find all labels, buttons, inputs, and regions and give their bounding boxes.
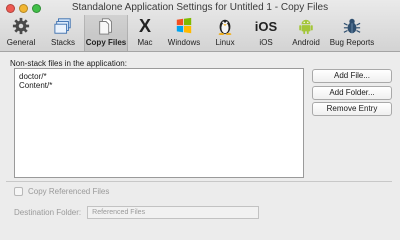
tab-android[interactable]: Android bbox=[288, 15, 324, 51]
title-bar: Standalone Application Settings for Unti… bbox=[0, 0, 400, 52]
copy-referenced-files-label: Copy Referenced Files bbox=[28, 187, 110, 196]
linux-penguin-icon bbox=[217, 15, 233, 37]
destination-folder-field[interactable]: Referenced Files bbox=[87, 206, 260, 219]
list-item[interactable]: Content/* bbox=[19, 81, 299, 90]
ios-text-icon: iOS bbox=[254, 18, 278, 34]
section-divider bbox=[6, 181, 392, 182]
tab-label: Mac bbox=[137, 38, 153, 47]
settings-toolbar: General Stacks Copy Files X Mac Windows … bbox=[0, 15, 400, 51]
tab-label: Linux bbox=[215, 38, 235, 47]
tab-label: Bug Reports bbox=[329, 38, 375, 47]
copy-files-icon bbox=[97, 15, 115, 37]
add-folder-button[interactable]: Add Folder... bbox=[312, 86, 392, 100]
tab-label: Stacks bbox=[50, 38, 75, 47]
tab-copy-files[interactable]: Copy Files bbox=[84, 15, 128, 51]
tab-label: Windows bbox=[167, 38, 201, 47]
tab-mac[interactable]: X Mac bbox=[130, 15, 160, 51]
tab-bug-reports[interactable]: Bug Reports bbox=[328, 15, 376, 51]
tab-label: iOS bbox=[259, 38, 273, 47]
files-section-label: Non-stack files in the application: bbox=[10, 59, 127, 68]
non-stack-files-list[interactable]: doctor/* Content/* bbox=[14, 68, 304, 178]
copy-referenced-files-row: Copy Referenced Files bbox=[14, 187, 109, 196]
tab-ios[interactable]: iOS iOS bbox=[252, 15, 280, 51]
tab-windows[interactable]: Windows bbox=[164, 15, 204, 51]
settings-window: Standalone Application Settings for Unti… bbox=[0, 0, 400, 227]
tab-label: General bbox=[6, 38, 36, 47]
window-title: Standalone Application Settings for Unti… bbox=[71, 2, 329, 13]
tab-general[interactable]: General bbox=[4, 15, 38, 51]
bug-icon bbox=[343, 15, 361, 37]
list-item[interactable]: doctor/* bbox=[19, 72, 299, 81]
tab-stacks[interactable]: Stacks bbox=[46, 15, 80, 51]
destination-folder-row: Destination Folder: Referenced Files bbox=[14, 206, 260, 219]
stacks-icon bbox=[54, 15, 72, 37]
add-file-button[interactable]: Add File... bbox=[312, 69, 392, 83]
tab-label: Android bbox=[292, 38, 320, 47]
android-robot-icon bbox=[298, 15, 314, 37]
gear-icon bbox=[12, 15, 30, 37]
remove-entry-button[interactable]: Remove Entry bbox=[312, 102, 392, 116]
mac-x-icon: X bbox=[138, 16, 151, 36]
windows-logo-icon bbox=[175, 15, 193, 37]
tab-linux[interactable]: Linux bbox=[210, 15, 240, 51]
tab-label: Copy Files bbox=[85, 38, 127, 47]
destination-folder-label: Destination Folder: bbox=[14, 208, 82, 217]
copy-referenced-files-checkbox[interactable] bbox=[14, 187, 23, 196]
